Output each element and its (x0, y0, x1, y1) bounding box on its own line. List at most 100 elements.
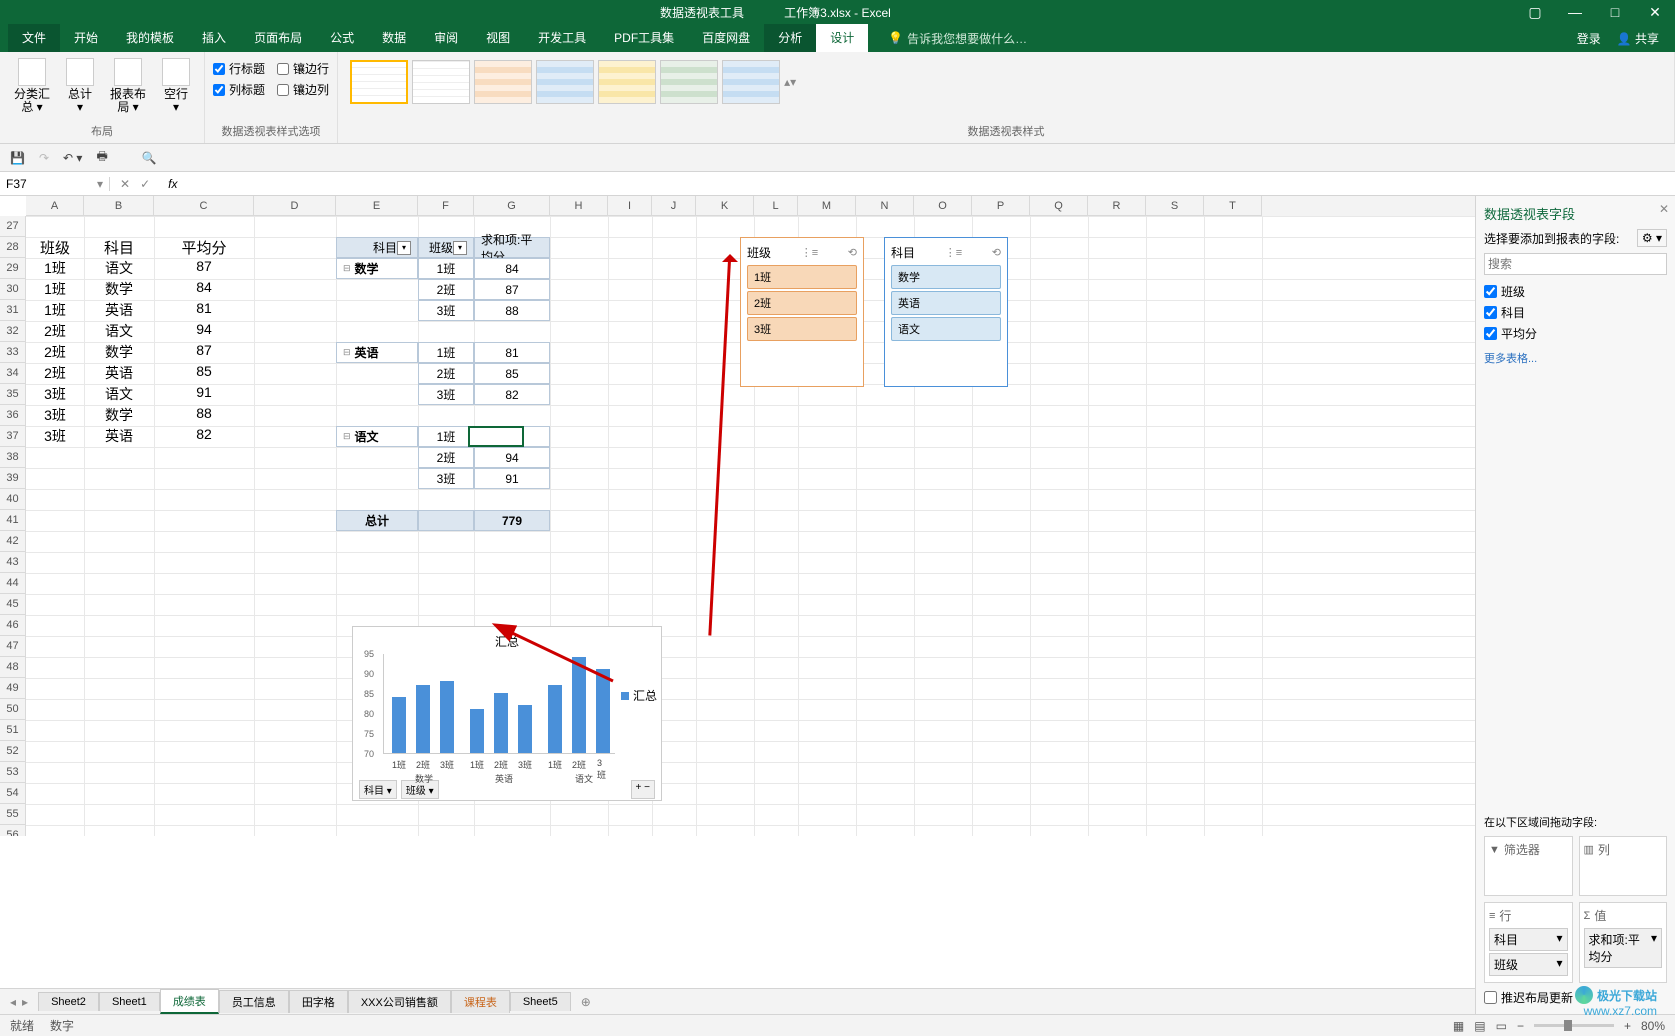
cancel-icon[interactable]: ✕ (120, 177, 130, 191)
column-header[interactable]: F (418, 196, 474, 216)
row-header[interactable]: 31 (0, 300, 26, 321)
redo-icon[interactable]: ↷ (39, 151, 49, 165)
sheet-tab[interactable]: 课程表 (451, 990, 510, 1013)
column-header[interactable]: R (1088, 196, 1146, 216)
row-header[interactable]: 55 (0, 804, 26, 825)
tab-baidu[interactable]: 百度网盘 (688, 24, 764, 52)
column-header[interactable]: H (550, 196, 608, 216)
save-icon[interactable]: 💾 (10, 151, 25, 165)
fx-icon[interactable]: fx (160, 177, 185, 191)
row-header[interactable]: 39 (0, 468, 26, 489)
enter-icon[interactable]: ✓ (140, 177, 150, 191)
row-header[interactable]: 41 (0, 510, 26, 531)
slicer-item[interactable]: 英语 (891, 291, 1001, 315)
columns-dropzone[interactable]: ▥ 列 (1579, 836, 1668, 896)
filters-dropzone[interactable]: ▼ 筛选器 (1484, 836, 1573, 896)
bandedcols-checkbox[interactable]: 镶边列 (277, 81, 329, 98)
view-pagelayout-icon[interactable]: ▤ (1474, 1019, 1485, 1033)
row-field-item[interactable]: 班级▾ (1489, 953, 1568, 976)
sheet-tab[interactable]: Sheet1 (99, 992, 160, 1011)
styles-more-button[interactable]: ▴▾ (784, 60, 798, 104)
colheaders-checkbox[interactable]: 列标题 (213, 81, 265, 98)
active-cell[interactable] (468, 426, 524, 447)
tab-data[interactable]: 数据 (368, 24, 420, 52)
chart-filter-subject[interactable]: 科目 ▾ (359, 780, 397, 799)
clearfilter-icon[interactable]: ⟲ (848, 246, 857, 259)
pivot-style-2[interactable] (412, 60, 470, 104)
tab-home[interactable]: 开始 (60, 24, 112, 52)
column-header[interactable]: D (254, 196, 336, 216)
sheet-prev-icon[interactable]: ◂ (10, 995, 16, 1009)
row-header[interactable]: 54 (0, 783, 26, 804)
close-button[interactable]: ✕ (1635, 4, 1675, 21)
row-header[interactable]: 48 (0, 657, 26, 678)
row-header[interactable]: 34 (0, 363, 26, 384)
row-header[interactable]: 49 (0, 678, 26, 699)
pane-gear-icon[interactable]: ⚙ ▾ (1637, 229, 1667, 247)
sheet-next-icon[interactable]: ▸ (22, 995, 28, 1009)
tab-review[interactable]: 审阅 (420, 24, 472, 52)
row-header[interactable]: 40 (0, 489, 26, 510)
reportlayout-button[interactable]: 报表布局 ▾ (104, 56, 152, 116)
column-header[interactable]: T (1204, 196, 1262, 216)
tab-design[interactable]: 设计 (816, 24, 868, 52)
column-header[interactable]: K (696, 196, 754, 216)
row-header[interactable]: 28 (0, 237, 26, 258)
row-header[interactable]: 29 (0, 258, 26, 279)
row-header[interactable]: 56 (0, 825, 26, 836)
slicer-class[interactable]: 班级⋮≡⟲ 1班 2班 3班 (740, 237, 864, 387)
column-header[interactable]: E (336, 196, 418, 216)
column-header[interactable]: J (652, 196, 696, 216)
tab-pagelayout[interactable]: 页面布局 (240, 24, 316, 52)
row-header[interactable]: 37 (0, 426, 26, 447)
field-checkbox[interactable]: 平均分 (1484, 323, 1667, 344)
zoom-slider[interactable] (1534, 1024, 1614, 1027)
preview-icon[interactable]: 🔍 (142, 151, 157, 165)
pivot-style-3[interactable] (474, 60, 532, 104)
pane-close-icon[interactable]: ✕ (1659, 202, 1669, 216)
row-header[interactable]: 27 (0, 216, 26, 237)
column-header[interactable]: G (474, 196, 550, 216)
slicer-item[interactable]: 1班 (747, 265, 857, 289)
column-header[interactable]: M (798, 196, 856, 216)
column-header[interactable]: I (608, 196, 652, 216)
slicer-item[interactable]: 3班 (747, 317, 857, 341)
bandedrows-checkbox[interactable]: 镶边行 (277, 60, 329, 77)
pivot-style-1[interactable] (350, 60, 408, 104)
spreadsheet-grid[interactable]: ABCDEFGHIJKLMNOPQRST 2728293031323334353… (0, 196, 1675, 836)
clearfilter-icon[interactable]: ⟲ (992, 246, 1001, 259)
chart-expand-icon[interactable]: + − (631, 780, 655, 799)
zoom-out-button[interactable]: − (1517, 1019, 1524, 1033)
field-search-input[interactable] (1484, 253, 1667, 275)
tab-formulas[interactable]: 公式 (316, 24, 368, 52)
sheet-tab-active[interactable]: 成绩表 (160, 989, 219, 1014)
column-header[interactable]: P (972, 196, 1030, 216)
multiselect-icon[interactable]: ⋮≡ (801, 246, 818, 259)
field-checkbox[interactable]: 班级 (1484, 281, 1667, 302)
row-header[interactable]: 50 (0, 699, 26, 720)
rows-dropzone[interactable]: ≡ 行 科目▾ 班级▾ (1484, 902, 1573, 983)
row-header[interactable]: 30 (0, 279, 26, 300)
multiselect-icon[interactable]: ⋮≡ (945, 246, 962, 259)
tab-templates[interactable]: 我的模板 (112, 24, 188, 52)
pivot-style-4[interactable] (536, 60, 594, 104)
ribbon-options-icon[interactable]: ▢ (1515, 4, 1555, 21)
slicer-subject[interactable]: 科目⋮≡⟲ 数学 英语 语文 (884, 237, 1008, 387)
pivot-style-5[interactable] (598, 60, 656, 104)
row-header[interactable]: 52 (0, 741, 26, 762)
name-box[interactable]: F37▾ (0, 177, 110, 191)
sheet-tab[interactable]: 田字格 (289, 990, 348, 1013)
row-header[interactable]: 45 (0, 594, 26, 615)
sheet-tab[interactable]: XXX公司销售额 (348, 990, 451, 1013)
row-header[interactable]: 35 (0, 384, 26, 405)
slicer-item[interactable]: 语文 (891, 317, 1001, 341)
minimize-button[interactable]: — (1555, 4, 1595, 21)
column-header[interactable]: S (1146, 196, 1204, 216)
row-header[interactable]: 44 (0, 573, 26, 594)
sheet-tab[interactable]: Sheet2 (38, 992, 99, 1011)
row-header[interactable]: 43 (0, 552, 26, 573)
subtotals-button[interactable]: 分类汇总 ▾ (8, 56, 56, 116)
share-button[interactable]: 👤 共享 (1609, 30, 1667, 47)
login-button[interactable]: 登录 (1569, 30, 1609, 47)
tab-pdf[interactable]: PDF工具集 (600, 24, 688, 52)
